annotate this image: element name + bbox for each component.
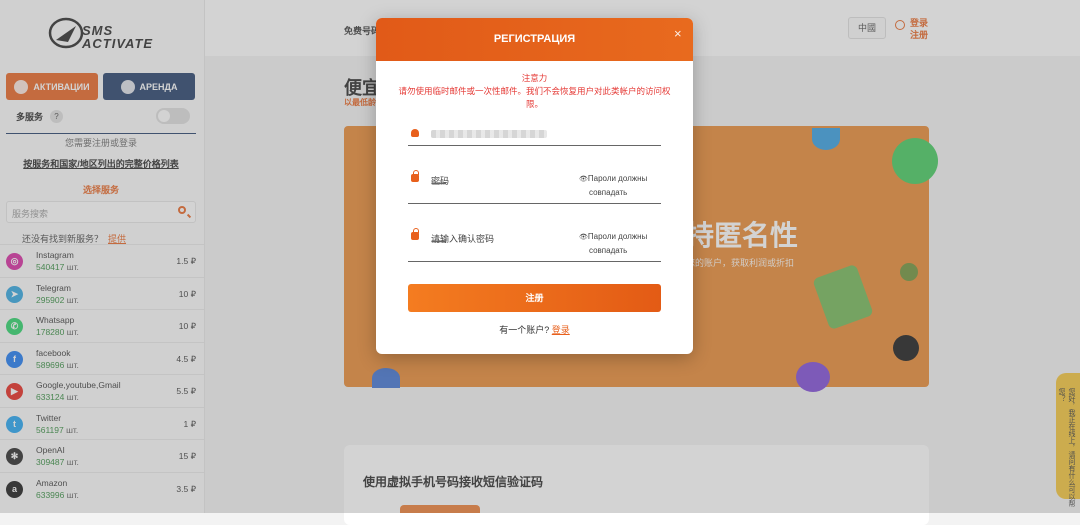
confirm-field-underline (408, 261, 661, 262)
login-link[interactable]: 登录 (552, 325, 570, 335)
mismatch-text-2: совпадать (589, 246, 628, 255)
mismatch-text-2: совпадать (589, 188, 628, 197)
password-mismatch-hint[interactable]: 👁Пароли должны совпадать (579, 172, 647, 199)
confirm-password-dots: •••••••• (431, 237, 446, 246)
have-account-text: 有一个账户? 登录 (499, 325, 570, 335)
registration-modal: РЕГИСТРАЦИЯ × 注意力 请勿使用临时邮件或一次性邮件。我们不会恢复用… (376, 18, 693, 354)
eye-icon[interactable]: 👁 (579, 176, 588, 183)
user-field-icon (411, 129, 419, 137)
eye-icon[interactable]: 👁 (579, 234, 588, 241)
lock-icon (411, 232, 419, 240)
password-dots: •••••••• (431, 179, 446, 188)
register-button[interactable]: 注册 (408, 284, 661, 312)
password-field-underline (408, 203, 661, 204)
mismatch-text-1: Пароли должны (587, 232, 648, 241)
mismatch-text-1: Пароли должны (587, 174, 648, 183)
warning-text: 注意力 请勿使用临时邮件或一次性邮件。我们不会恢复用户对此类帐户的访问权限。 (396, 72, 673, 111)
warning-body: 请勿使用临时邮件或一次性邮件。我们不会恢复用户对此类帐户的访问权限。 (398, 86, 671, 109)
lock-icon (411, 174, 419, 182)
confirm-mismatch-hint[interactable]: 👁Пароли должны совпадать (579, 230, 647, 257)
close-icon[interactable]: × (674, 26, 682, 41)
modal-title: РЕГИСТРАЦИЯ (493, 33, 576, 45)
email-field-underline (408, 145, 661, 146)
email-input[interactable] (431, 130, 547, 138)
warning-title: 注意力 (521, 73, 548, 83)
